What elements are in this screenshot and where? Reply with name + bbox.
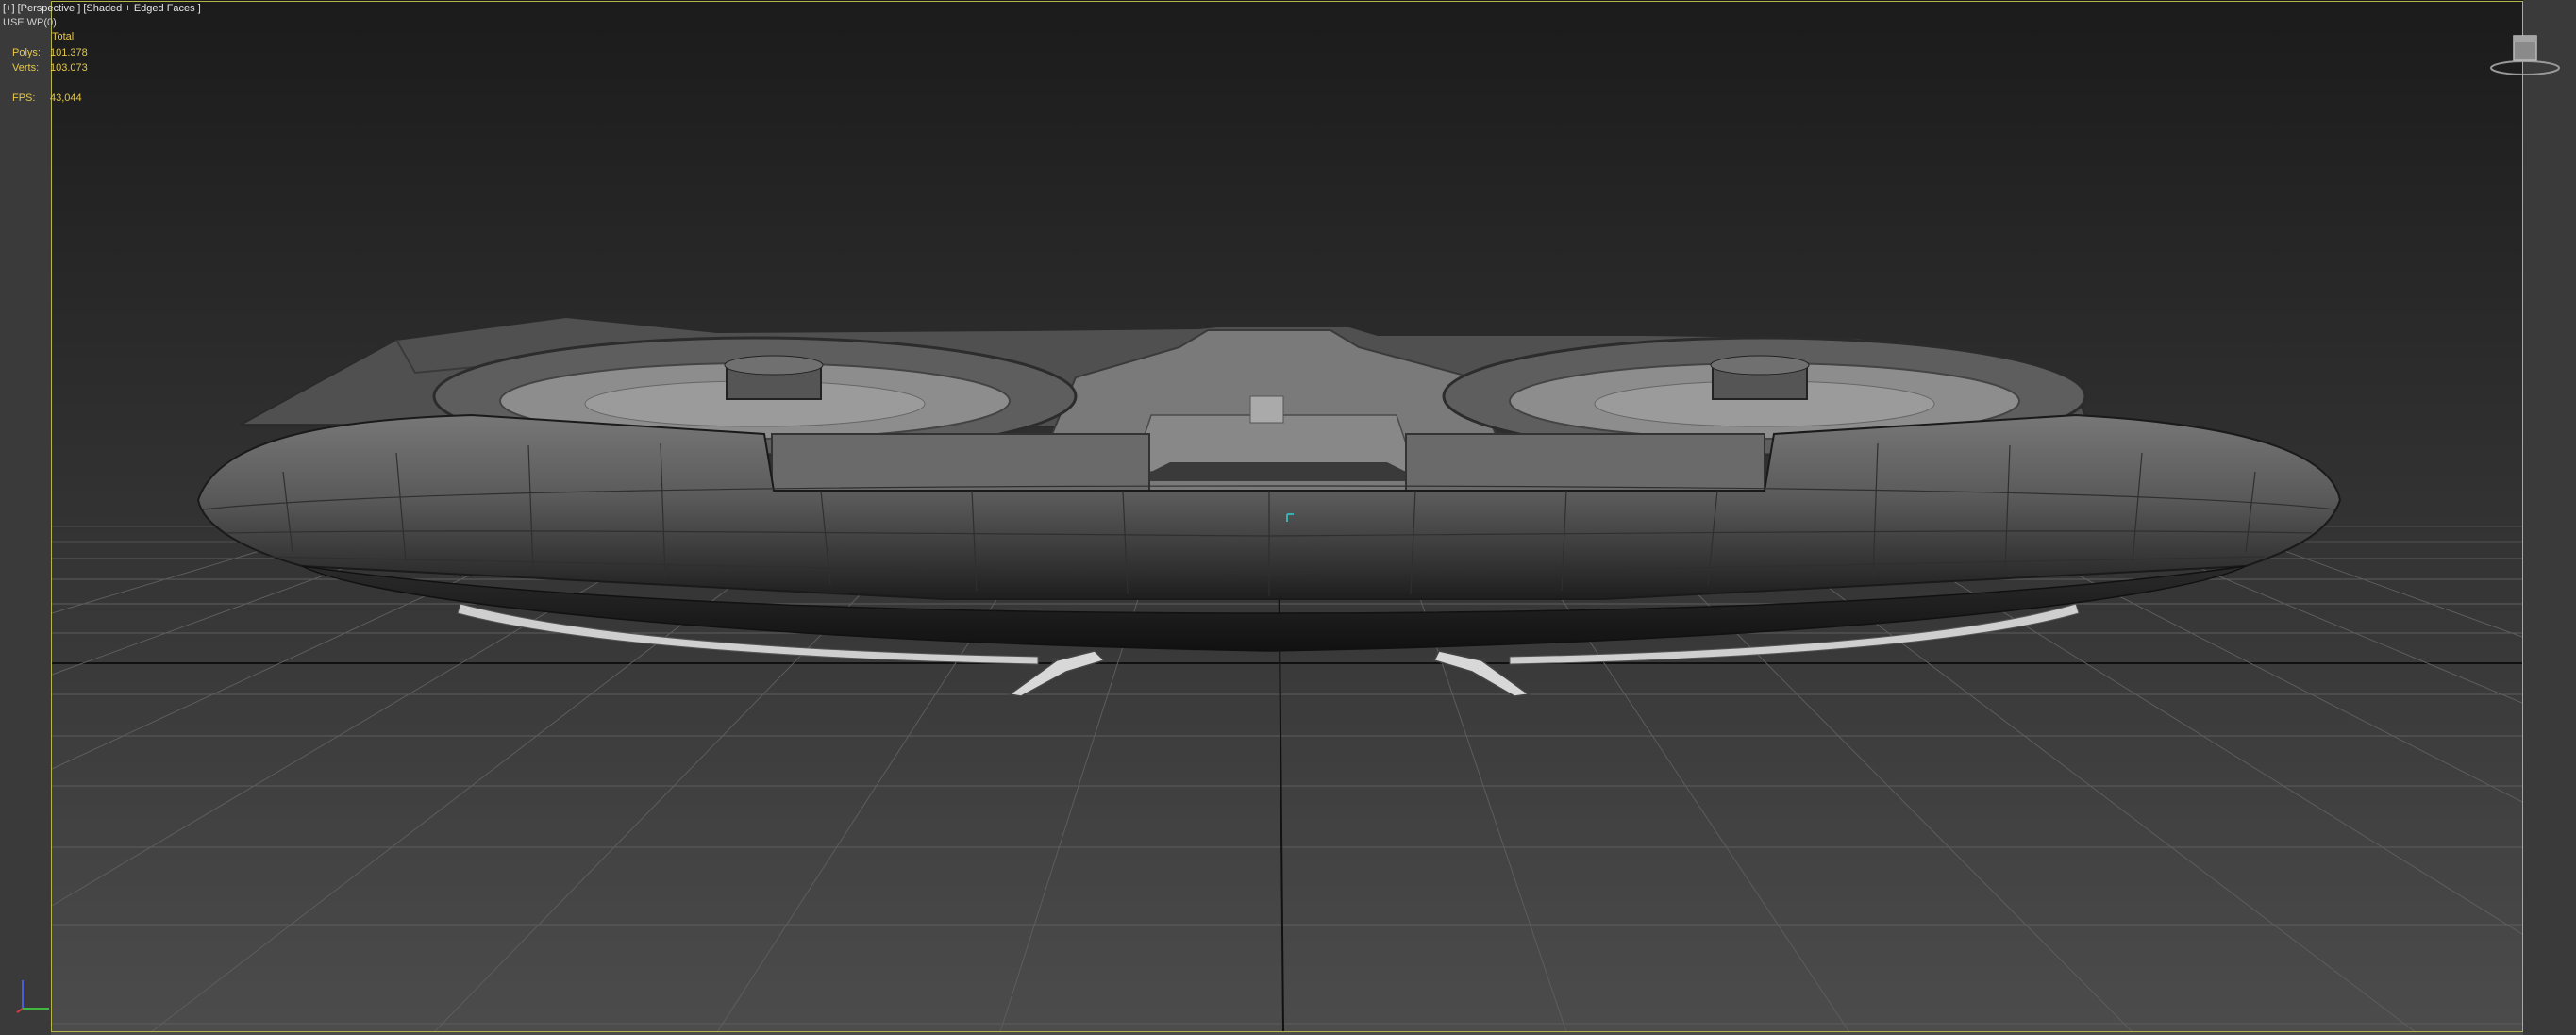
axis-tripod-icon bbox=[16, 980, 49, 1013]
fps-label: FPS: bbox=[12, 92, 36, 104]
verts-label: Verts: bbox=[12, 62, 40, 74]
viewport-label-menu[interactable]: [+] [Perspective ] [Shaded + Edged Faces… bbox=[3, 3, 201, 15]
polys-label: Polys: bbox=[12, 47, 41, 58]
viewport-scene[interactable] bbox=[0, 0, 2576, 1035]
right-gutter bbox=[2523, 0, 2576, 1035]
working-pivot-label: USE WP(0) bbox=[3, 17, 57, 28]
fps-value: 43,044 bbox=[50, 92, 82, 104]
viewport-point-of-view-menu[interactable]: [Perspective ] bbox=[18, 3, 81, 14]
verts-value: 103.073 bbox=[50, 62, 88, 74]
left-gutter bbox=[0, 0, 51, 1035]
polys-value: 101.378 bbox=[50, 47, 88, 58]
perspective-viewport[interactable]: [+] [Perspective ] [Shaded + Edged Faces… bbox=[0, 0, 2576, 1035]
viewcube-icon[interactable] bbox=[2485, 30, 2565, 79]
viewport-shading-menu[interactable]: [Shaded + Edged Faces ] bbox=[83, 3, 200, 14]
viewport-plus-menu[interactable]: [+] bbox=[3, 3, 15, 14]
stats-header: Total bbox=[52, 31, 75, 42]
